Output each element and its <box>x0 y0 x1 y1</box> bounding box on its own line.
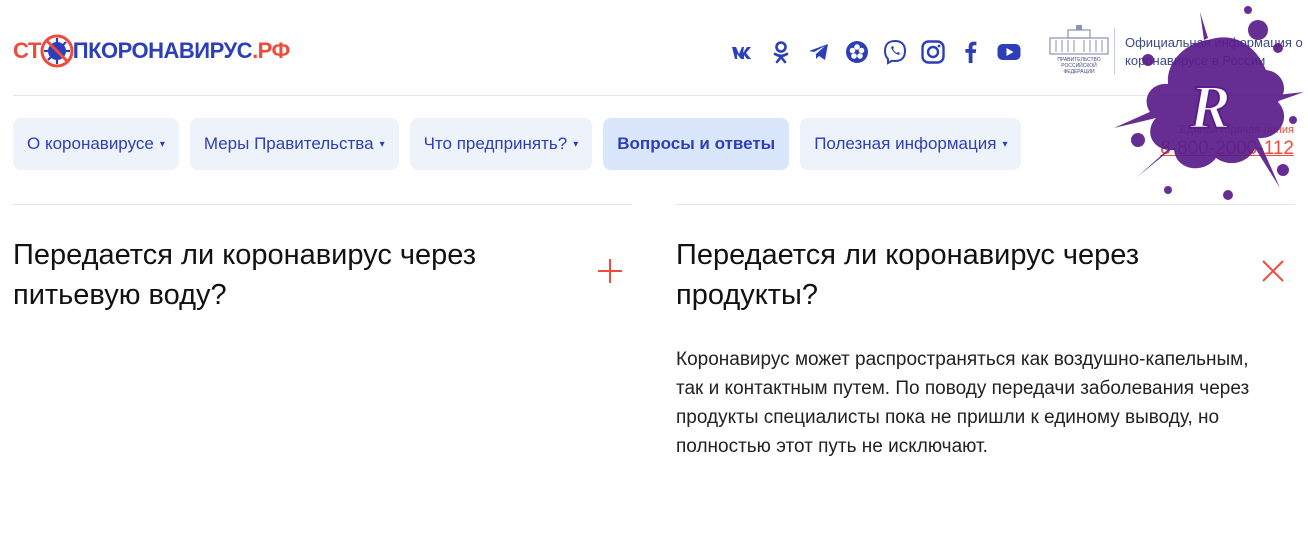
svg-text:РОССИЙСКОЙ: РОССИЙСКОЙ <box>1061 61 1097 69</box>
nav-item-label: Вопросы и ответы <box>617 134 776 153</box>
nav-item-faq[interactable]: Вопросы и ответы <box>603 118 790 170</box>
official-info-text[interactable]: Официальная информация о коронавирусе в … <box>1125 34 1305 70</box>
logo-part-2: ПКОРОНАВИРУС <box>72 38 253 63</box>
government-emblem[interactable]: ПРАВИТЕЛЬСТВО РОССИЙСКОЙ ФЕДЕРАЦИИ <box>1046 24 1112 75</box>
chevron-down-icon: ▾ <box>159 138 165 150</box>
site-header: СТ ПКОРОНАВИРУС .РФ ПРАВИТЕЛЬСТВО РОССИЙ… <box>0 0 1308 96</box>
vk-icon[interactable] <box>728 37 758 67</box>
ok-icon[interactable] <box>766 37 796 67</box>
hotline-phone-link[interactable]: 8-800-2000-112 <box>1130 138 1294 160</box>
government-building-icon: ПРАВИТЕЛЬСТВО РОССИЙСКОЙ ФЕДЕРАЦИИ <box>1049 25 1109 75</box>
site-logo[interactable]: СТ ПКОРОНАВИРУС .РФ <box>13 33 290 69</box>
faq-item-products: Передается ли коронавирус через продукты… <box>676 204 1295 461</box>
header-bottom-border <box>13 95 1295 96</box>
chevron-down-icon: ▾ <box>1002 138 1008 150</box>
virus-stop-icon <box>40 34 74 68</box>
nav-item-label: Меры Правительства <box>203 134 374 153</box>
social-links <box>728 37 1024 67</box>
nav-item-useful-info[interactable]: Полезная информация ▾ <box>800 118 1022 170</box>
youtube-icon[interactable] <box>994 37 1024 67</box>
faq-answer: Коронавирус может распространяться как в… <box>676 349 1250 457</box>
nav-item-label: Полезная информация <box>814 134 997 153</box>
telegram-icon[interactable] <box>804 37 834 67</box>
header-divider <box>1114 28 1115 74</box>
main-navigation: О коронавирусе ▾ Меры Правительства ▾ Что … <box>13 118 1022 170</box>
hotline: Единая горячая линия 8-800-2000-112 <box>1130 124 1294 160</box>
hotline-label: Единая горячая линия <box>1179 124 1294 136</box>
nav-item-label: О коронавирусе <box>27 134 154 153</box>
viber-icon[interactable] <box>880 37 910 67</box>
flower-icon[interactable] <box>842 37 872 67</box>
faq-question[interactable]: Передается ли коронавирус через питьевую… <box>13 235 533 315</box>
nav-item-government-measures[interactable]: Меры Правительства ▾ <box>189 118 399 170</box>
faq-question[interactable]: Передается ли коронавирус через продукты… <box>676 235 1196 315</box>
chevron-down-icon: ▾ <box>379 138 385 150</box>
close-icon[interactable] <box>1259 257 1287 285</box>
nav-item-label: Что предпринять? <box>423 134 568 153</box>
plus-icon[interactable] <box>596 257 624 285</box>
faq-item-drinking-water: Передается ли коронавирус через питьевую… <box>13 204 632 315</box>
chevron-down-icon: ▾ <box>573 138 579 150</box>
faq-divider <box>13 204 632 205</box>
faq-divider <box>676 204 1295 205</box>
nav-item-about-coronavirus[interactable]: О коронавирусе ▾ <box>13 118 179 170</box>
logo-part-3: .РФ <box>252 38 290 63</box>
facebook-icon[interactable] <box>956 37 986 67</box>
logo-part-1: СТ <box>13 38 41 63</box>
nav-item-what-to-do[interactable]: Что предпринять? ▾ <box>409 118 593 170</box>
instagram-icon[interactable] <box>918 37 948 67</box>
svg-text:ФЕДЕРАЦИИ: ФЕДЕРАЦИИ <box>1063 69 1094 74</box>
